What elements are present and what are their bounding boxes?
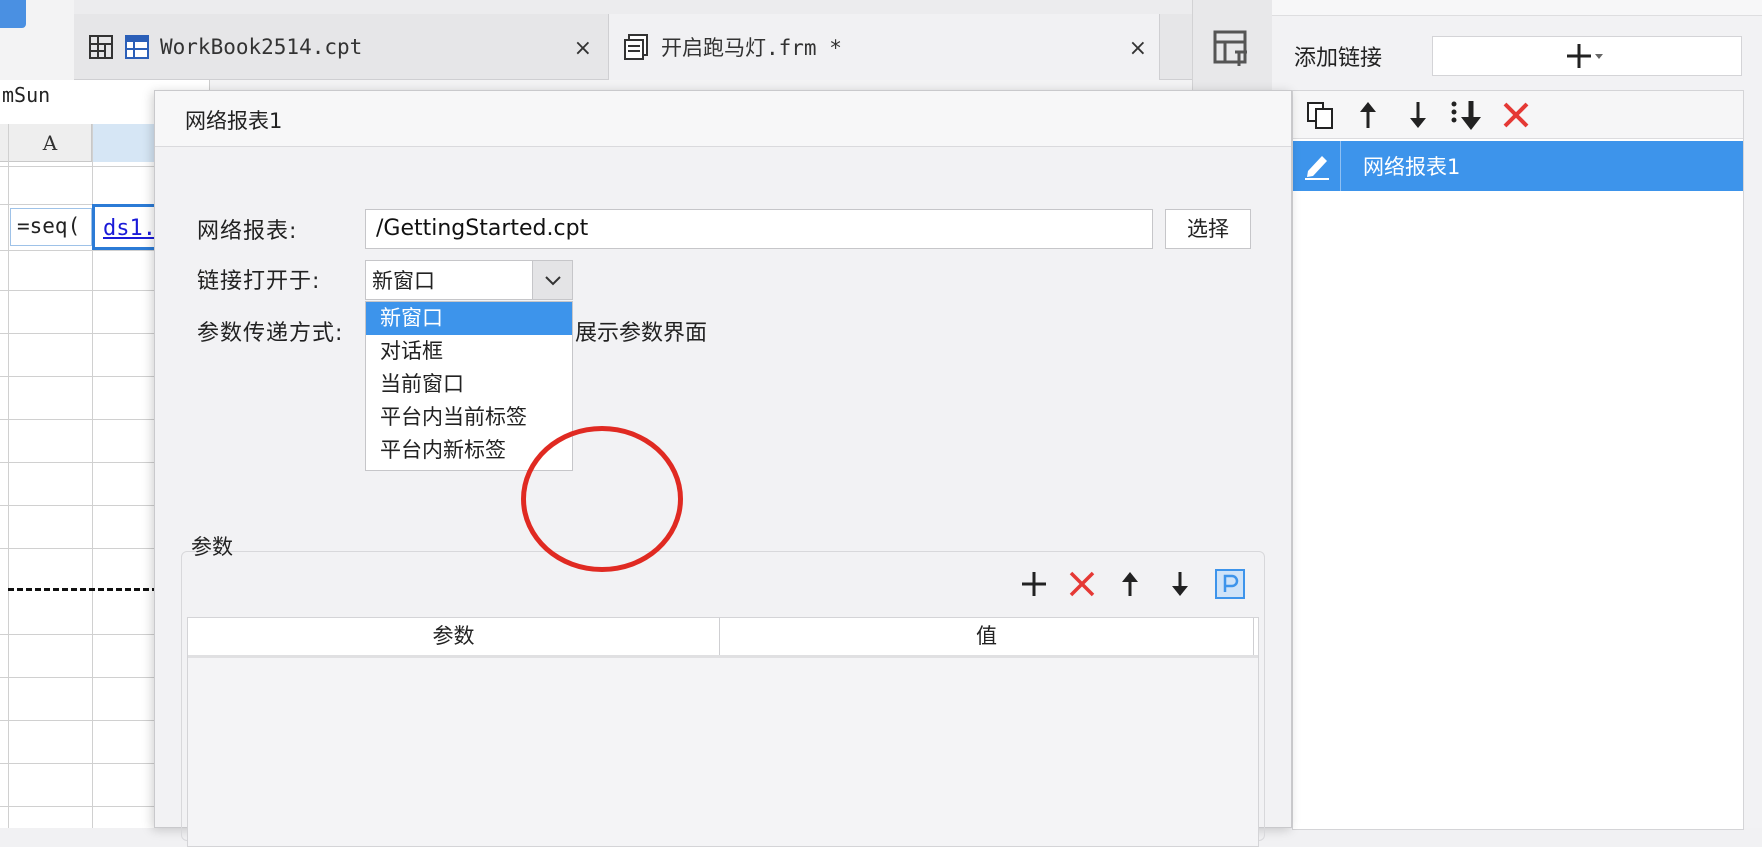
grid-line	[0, 333, 160, 334]
hyperlink-cell[interactable]: ds1.	[92, 204, 160, 250]
link-list: 网络报表1	[1292, 90, 1744, 830]
grid-line	[0, 763, 160, 764]
close-icon[interactable]: ×	[574, 36, 592, 61]
tab-workbook[interactable]: WorkBook2514.cpt ×	[74, 14, 604, 80]
param-table: 参数 值	[187, 617, 1259, 847]
preview-icon[interactable]	[0, 0, 26, 28]
dropdown-option-dialog[interactable]: 对话框	[366, 335, 572, 368]
grid-line	[0, 720, 160, 721]
grid-line	[0, 376, 160, 377]
arrow-up-icon[interactable]	[1113, 567, 1147, 601]
open-in-select[interactable]: 新窗口	[365, 260, 573, 300]
grid-line	[8, 124, 9, 828]
chevron-down-icon[interactable]	[532, 261, 572, 299]
dialog-title-bar: 网络报表1	[155, 91, 1291, 147]
grid-line	[0, 462, 160, 463]
delete-icon[interactable]	[1065, 567, 1099, 601]
column-header-param[interactable]: 参数	[188, 618, 720, 655]
edit-pencil-icon[interactable]	[1293, 141, 1341, 191]
open-in-dropdown: 新窗口 对话框 当前窗口 平台内当前标签 平台内新标签	[365, 301, 573, 471]
dropdown-option-new-window[interactable]: 新窗口	[366, 302, 572, 335]
workbook-icon	[124, 34, 150, 60]
tab-label: WorkBook2514.cpt	[160, 35, 363, 59]
grid-line	[0, 250, 160, 251]
plus-dropdown-icon	[1567, 42, 1607, 70]
add-icon[interactable]	[1017, 567, 1051, 601]
grid-line	[0, 806, 160, 807]
close-icon[interactable]: ×	[1129, 36, 1147, 61]
formula-cell[interactable]: =seq(	[10, 208, 92, 246]
parameter-p-icon[interactable]	[1213, 567, 1247, 601]
grid-line	[0, 419, 160, 420]
tab-frm[interactable]: 开启跑马灯.frm * ×	[608, 14, 1160, 80]
grid-line	[0, 548, 160, 549]
toolbar-corner	[0, 0, 74, 80]
layout-icon[interactable]	[1211, 28, 1251, 68]
column-header-b[interactable]	[92, 124, 160, 162]
param-group-label: 参数	[191, 535, 233, 559]
arrow-down-icon[interactable]	[1163, 567, 1197, 601]
open-in-label: 链接打开于:	[197, 269, 321, 294]
dialog-title: 网络报表1	[185, 109, 283, 133]
dropdown-option-platform-new-tab[interactable]: 平台内新标签	[366, 434, 572, 467]
link-list-toolbar	[1293, 91, 1743, 139]
column-header-value[interactable]: 值	[720, 618, 1254, 655]
arrow-down-icon[interactable]	[1401, 98, 1435, 132]
tab-label: 开启跑马灯.frm *	[661, 36, 842, 60]
form-icon	[623, 33, 651, 61]
panel-header-strip	[1272, 0, 1762, 16]
grid-line	[0, 634, 160, 635]
page-break-line	[8, 588, 158, 591]
delete-icon[interactable]	[1499, 98, 1533, 132]
report-path-input[interactable]: /GettingStarted.cpt	[365, 209, 1153, 249]
grid-line	[0, 166, 160, 167]
link-list-item[interactable]: 网络报表1	[1293, 141, 1743, 191]
copy-icon[interactable]	[1303, 98, 1337, 132]
grid-line	[0, 505, 160, 506]
add-link-button[interactable]	[1432, 36, 1742, 76]
dropdown-option-platform-current-tab[interactable]: 平台内当前标签	[366, 401, 572, 434]
hyperlink-dialog: 网络报表1 网络报表: /GettingStarted.cpt 选择 链接打开于…	[154, 90, 1292, 847]
move-to-bottom-icon[interactable]	[1449, 98, 1483, 132]
add-link-label: 添加链接	[1294, 46, 1383, 71]
link-item-label: 网络报表1	[1363, 155, 1461, 179]
grid-line	[0, 677, 160, 678]
tab-bar: WorkBook2514.cpt × 开启跑马灯.frm * ×	[74, 14, 1238, 80]
grid-icon	[88, 34, 114, 60]
report-label: 网络报表:	[197, 219, 298, 244]
param-table-header: 参数 值	[188, 618, 1258, 658]
top-strip	[0, 0, 1272, 14]
column-header-a[interactable]: A	[8, 124, 92, 162]
open-in-value: 新窗口	[372, 269, 435, 293]
show-param-checkbox-label[interactable]: 展示参数界面	[575, 315, 707, 347]
grid-line	[0, 290, 160, 291]
param-mode-label: 参数传递方式:	[197, 321, 344, 346]
dropdown-option-current-window[interactable]: 当前窗口	[366, 368, 572, 401]
arrow-up-icon[interactable]	[1351, 98, 1385, 132]
hyperlink-panel: 添加链接 网络报表1	[1272, 0, 1762, 830]
choose-button[interactable]: 选择	[1165, 209, 1251, 249]
